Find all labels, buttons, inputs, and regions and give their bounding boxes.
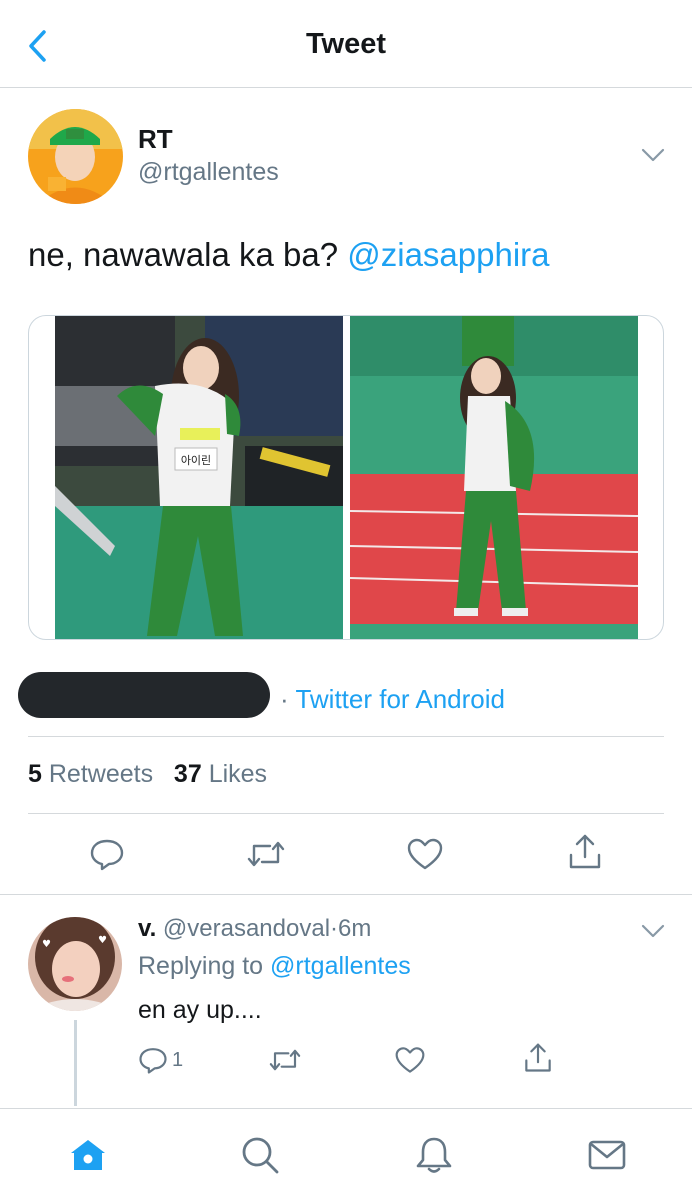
thread-line xyxy=(74,1020,77,1106)
messages-icon xyxy=(588,1140,626,1170)
divider xyxy=(0,894,692,895)
reply-text: en ay up.... xyxy=(138,996,262,1024)
reply-icon xyxy=(139,1048,167,1074)
notifications-icon xyxy=(416,1137,452,1173)
retweet-label: Retweets xyxy=(48,760,154,788)
share-button[interactable] xyxy=(565,832,605,872)
svg-text:♥: ♥ xyxy=(42,939,51,950)
page-title: Tweet xyxy=(305,28,387,60)
bottom-tab-bar xyxy=(0,1108,692,1200)
chevron-down-icon xyxy=(641,148,665,162)
share-icon xyxy=(569,834,601,869)
home-icon xyxy=(71,1140,105,1170)
divider xyxy=(28,736,664,737)
photo-right[interactable] xyxy=(350,316,638,639)
likes-stat[interactable]: 37 Likes xyxy=(174,760,267,788)
tweet-menu-button[interactable] xyxy=(638,140,668,170)
search-icon xyxy=(242,1137,279,1174)
replying-to: Replying to @rtgallentes xyxy=(138,952,411,981)
tab-home[interactable] xyxy=(66,1133,110,1177)
reply-button[interactable] xyxy=(87,834,127,874)
reply-header: v. @verasandoval·6m xyxy=(138,915,371,943)
reply-reply-button[interactable]: 1 xyxy=(138,1040,198,1080)
tab-notifications[interactable] xyxy=(412,1133,456,1177)
like-count: 37 xyxy=(173,760,202,788)
reply-retweet-button[interactable] xyxy=(265,1040,305,1080)
reply-time: 6m xyxy=(338,915,372,942)
author-handle[interactable]: @rtgallentes xyxy=(138,158,279,187)
like-button[interactable] xyxy=(405,834,445,874)
replying-to-link[interactable]: @rtgallentes xyxy=(270,952,411,980)
mention-link[interactable]: @ziasapphira xyxy=(347,236,549,273)
like-label: Likes xyxy=(208,760,268,788)
reply-like-button[interactable] xyxy=(390,1040,430,1080)
name-tag-label: 아이린 xyxy=(181,454,211,467)
tweet-stats: 5 Retweets 37 Likes xyxy=(28,760,267,789)
top-bar: Tweet xyxy=(0,0,692,88)
like-icon xyxy=(395,1047,425,1073)
retweets-stat[interactable]: 5 Retweets xyxy=(28,760,153,788)
tab-search[interactable] xyxy=(238,1133,282,1177)
tweet-source: · Twitter for Android xyxy=(280,684,505,715)
reply-icon xyxy=(90,839,124,871)
retweet-button[interactable] xyxy=(246,834,286,874)
author-name[interactable]: RT xyxy=(138,124,173,155)
source-app-link[interactable]: Twitter for Android xyxy=(295,684,505,714)
reply-count: 1 xyxy=(172,1048,184,1071)
like-icon xyxy=(407,838,443,870)
chevron-down-icon xyxy=(641,924,665,938)
share-icon xyxy=(525,1043,551,1072)
source-separator: · xyxy=(280,684,289,714)
reply-author-handle[interactable]: @verasandoval xyxy=(163,915,330,942)
retweet-icon xyxy=(269,1049,301,1071)
divider xyxy=(28,813,664,814)
reply-avatar[interactable]: ♥ ♥ xyxy=(28,917,122,1011)
tweet-media[interactable]: 아이린 xyxy=(28,315,664,640)
reply-share-button[interactable] xyxy=(518,1038,558,1078)
author-avatar[interactable] xyxy=(28,109,123,204)
redacted-timestamp xyxy=(18,672,270,718)
tab-messages[interactable] xyxy=(585,1133,629,1177)
replying-prefix: Replying to xyxy=(138,952,271,980)
reply-separator: · xyxy=(330,915,339,942)
photo-left[interactable]: 아이린 xyxy=(55,316,343,639)
reply-author-name[interactable]: v. xyxy=(138,915,156,942)
tweet-body: ne, nawawala ka ba? xyxy=(28,236,348,273)
tweet-text: ne, nawawala ka ba? @ziasapphira xyxy=(28,236,550,274)
reply-menu-button[interactable] xyxy=(638,916,668,946)
retweet-icon xyxy=(247,841,285,867)
retweet-count: 5 xyxy=(28,760,42,788)
svg-text:♥: ♥ xyxy=(98,935,107,946)
